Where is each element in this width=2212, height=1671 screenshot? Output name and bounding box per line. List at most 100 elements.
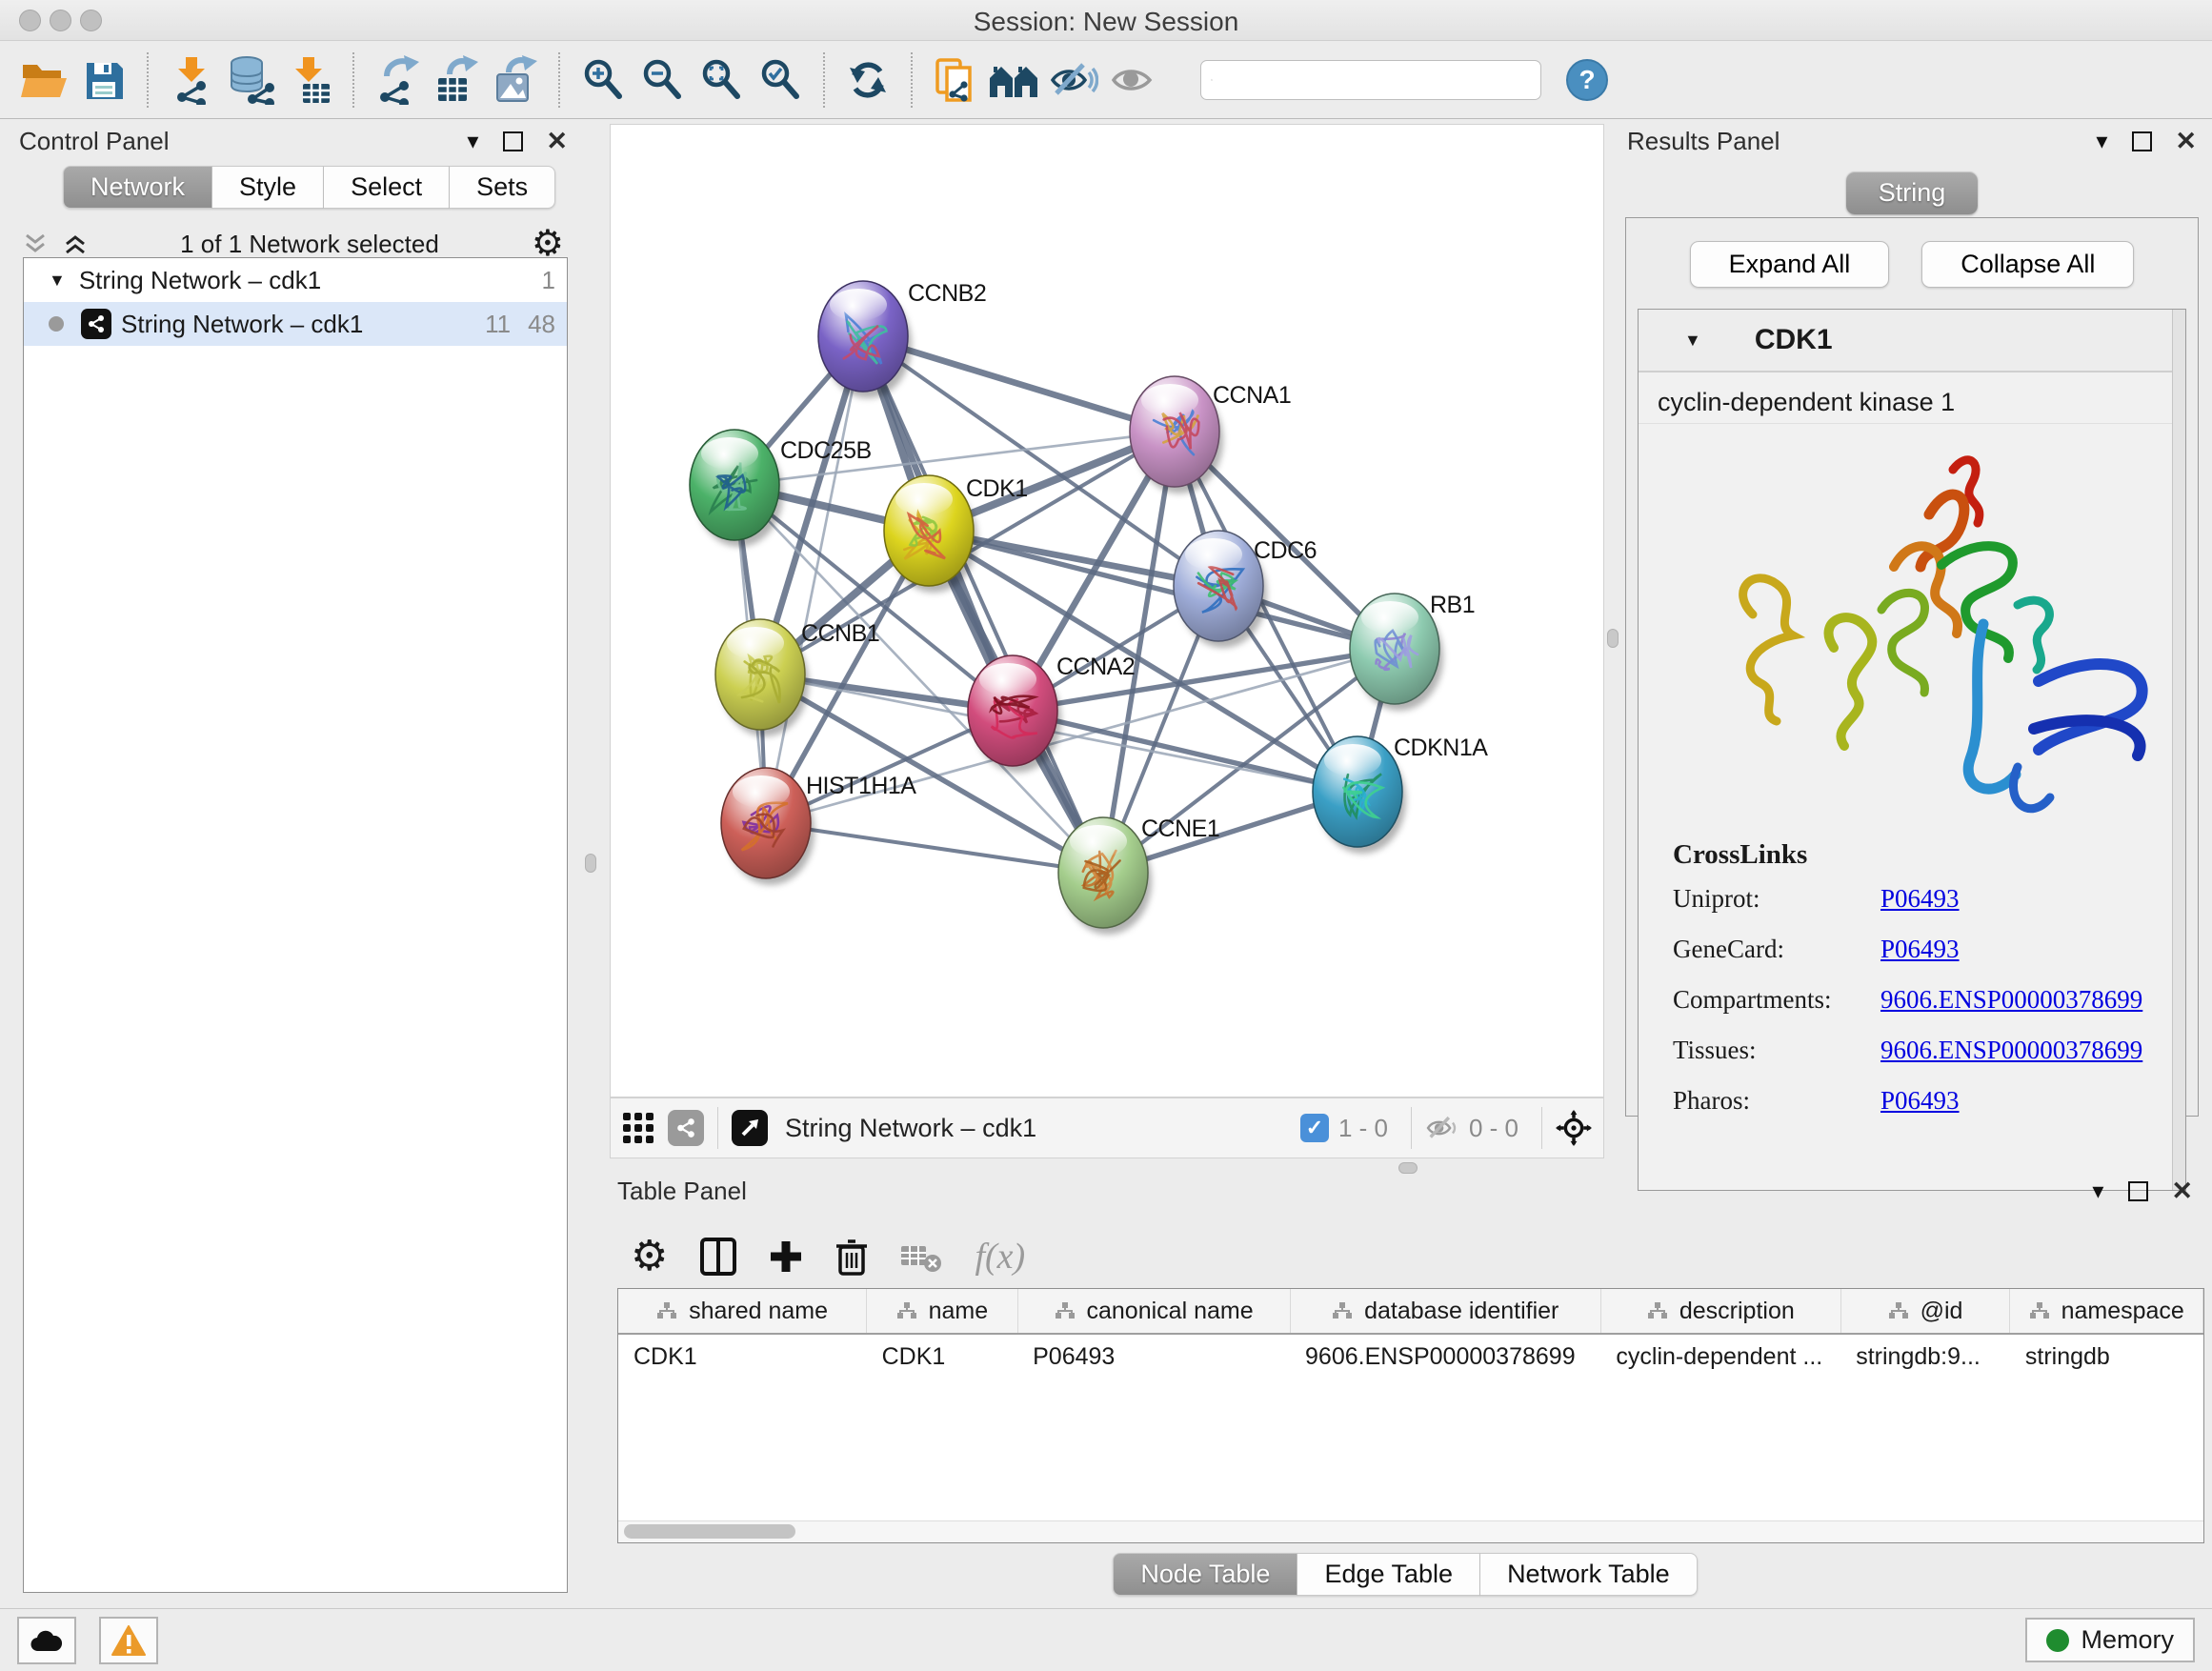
network-canvas[interactable]: CCNB2CCNA1CDC25BCDK1CDC6RB1CCNB1CCNA2CDK…	[610, 124, 1604, 1097]
import-table-file-icon[interactable]	[280, 50, 339, 110]
show-all-icon[interactable]	[1103, 50, 1162, 110]
save-session-icon[interactable]	[74, 50, 133, 110]
results-tab-string[interactable]: String	[1846, 171, 1979, 214]
birdseye-navigator-icon[interactable]	[1556, 1110, 1592, 1146]
zoom-fit-icon[interactable]	[692, 50, 751, 110]
column-header--id[interactable]: @id	[1840, 1289, 2010, 1334]
network-node-rb1[interactable]	[1350, 594, 1439, 704]
hscroll-thumb[interactable]	[624, 1524, 795, 1539]
tab-node-table[interactable]: Node Table	[1113, 1553, 1297, 1596]
tab-sets[interactable]: Sets	[450, 166, 555, 209]
network-node-ccne1[interactable]	[1058, 817, 1148, 928]
column-header-canonical-name[interactable]: canonical name	[1017, 1289, 1290, 1334]
panel-close-icon[interactable]: ✕	[546, 127, 568, 156]
panel-menu-icon[interactable]: ▾	[2092, 1178, 2103, 1205]
delete-column-icon[interactable]	[835, 1238, 868, 1276]
tab-style[interactable]: Style	[212, 166, 324, 209]
collection-expand-icon[interactable]: ▼	[49, 271, 66, 291]
crosslink-link[interactable]: 9606.ENSP00000378699	[1880, 985, 2142, 1015]
copy-style-icon[interactable]	[926, 50, 985, 110]
memory-button[interactable]: Memory	[2025, 1618, 2195, 1662]
network-node-cdk1[interactable]	[884, 475, 974, 586]
network-node-ccna1[interactable]	[1130, 376, 1219, 487]
column-header-namespace[interactable]: namespace	[2010, 1289, 2203, 1334]
string-home-icon[interactable]	[985, 50, 1044, 110]
show-columns-icon[interactable]	[700, 1238, 736, 1276]
network-row[interactable]: String Network – cdk1 11 48	[24, 302, 567, 346]
add-column-icon[interactable]	[769, 1239, 803, 1274]
panel-menu-icon[interactable]: ▾	[467, 128, 478, 155]
cloud-status-button[interactable]	[17, 1617, 76, 1664]
search-input[interactable]	[1220, 65, 1531, 94]
panel-float-icon[interactable]	[2128, 1181, 2148, 1201]
column-header-description[interactable]: description	[1600, 1289, 1840, 1334]
network-share-icon[interactable]	[668, 1110, 704, 1146]
warnings-button[interactable]	[99, 1617, 158, 1664]
gene-card-header[interactable]: ▼ CDK1	[1639, 310, 2185, 372]
hide-selected-icon[interactable]	[1044, 50, 1103, 110]
tab-network[interactable]: Network	[63, 166, 212, 209]
panel-close-icon[interactable]: ✕	[2175, 127, 2197, 156]
column-header-database-identifier[interactable]: database identifier	[1290, 1289, 1600, 1334]
crosslink-link[interactable]: P06493	[1880, 935, 1960, 964]
detach-view-icon[interactable]	[732, 1110, 768, 1146]
zoom-out-icon[interactable]	[633, 50, 692, 110]
network-node-ccnb2[interactable]	[818, 281, 908, 392]
network-node-ccnb1[interactable]	[715, 619, 805, 730]
network-collection-row[interactable]: ▼ String Network – cdk1 1	[24, 258, 567, 302]
function-builder-icon[interactable]: f(x)	[975, 1236, 1025, 1278]
table-row[interactable]: CDK1CDK1P064939606.ENSP00000378699cyclin…	[618, 1334, 2203, 1379]
table-cell[interactable]: P06493	[1017, 1334, 1290, 1379]
bottom-splitter-grip[interactable]	[1398, 1162, 1418, 1174]
results-scrollbar[interactable]	[2172, 310, 2185, 1190]
zoom-selected-icon[interactable]	[751, 50, 810, 110]
network-node-cdc6[interactable]	[1174, 531, 1263, 641]
network-node-cdc25b[interactable]	[690, 430, 779, 540]
collapse-all-button[interactable]: Collapse All	[1921, 241, 2134, 288]
panel-close-icon[interactable]: ✕	[2171, 1177, 2193, 1206]
panel-float-icon[interactable]	[503, 131, 523, 151]
network-node-cdkn1a[interactable]	[1313, 736, 1402, 847]
network-node-ccna2[interactable]	[968, 655, 1057, 766]
tab-edge-table[interactable]: Edge Table	[1297, 1553, 1480, 1596]
grid-view-icon[interactable]	[622, 1112, 654, 1144]
expand-all-icon[interactable]	[63, 232, 88, 255]
table-cell[interactable]: cyclin-dependent ...	[1600, 1334, 1840, 1379]
table-hscrollbar[interactable]	[618, 1520, 2203, 1542]
open-session-icon[interactable]	[15, 50, 74, 110]
import-network-file-icon[interactable]	[162, 50, 221, 110]
gene-expand-icon[interactable]: ▼	[1684, 331, 1701, 351]
network-edge[interactable]	[766, 823, 1103, 873]
import-network-database-icon[interactable]	[221, 50, 280, 110]
network-edge[interactable]	[1013, 711, 1357, 792]
table-cell[interactable]: stringdb:9...	[1840, 1334, 2010, 1379]
tab-select[interactable]: Select	[324, 166, 450, 209]
export-table-icon[interactable]	[427, 50, 486, 110]
column-header-name[interactable]: name	[867, 1289, 1018, 1334]
crosslink-link[interactable]: P06493	[1880, 884, 1960, 914]
zoom-in-icon[interactable]	[573, 50, 633, 110]
crosslink-link[interactable]: 9606.ENSP00000378699	[1880, 1036, 2142, 1065]
panel-menu-icon[interactable]: ▾	[2096, 128, 2107, 155]
right-splitter-grip[interactable]	[1607, 629, 1619, 648]
export-network-icon[interactable]	[368, 50, 427, 110]
tab-network-table[interactable]: Network Table	[1480, 1553, 1698, 1596]
left-splitter-grip[interactable]	[585, 854, 596, 873]
delete-table-icon[interactable]	[900, 1240, 942, 1273]
selected-indicator-icon[interactable]: ✓	[1300, 1114, 1329, 1142]
table-settings-gear-icon[interactable]: ⚙	[631, 1236, 668, 1278]
export-image-icon[interactable]	[486, 50, 545, 110]
collapse-all-icon[interactable]	[23, 232, 48, 255]
table-cell[interactable]: CDK1	[867, 1334, 1018, 1379]
help-button[interactable]: ?	[1566, 59, 1608, 101]
table-cell[interactable]: stringdb	[2010, 1334, 2203, 1379]
network-node-hist1h1a[interactable]	[721, 768, 811, 878]
crosslink-link[interactable]: P06493	[1880, 1086, 1960, 1116]
table-cell[interactable]: CDK1	[618, 1334, 867, 1379]
expand-all-button[interactable]: Expand All	[1690, 241, 1890, 288]
apply-layout-icon[interactable]	[838, 50, 897, 110]
panel-float-icon[interactable]	[2132, 131, 2152, 151]
table-cell[interactable]: 9606.ENSP00000378699	[1290, 1334, 1600, 1379]
column-header-shared-name[interactable]: shared name	[618, 1289, 867, 1334]
hidden-indicator-icon[interactable]	[1425, 1114, 1459, 1142]
